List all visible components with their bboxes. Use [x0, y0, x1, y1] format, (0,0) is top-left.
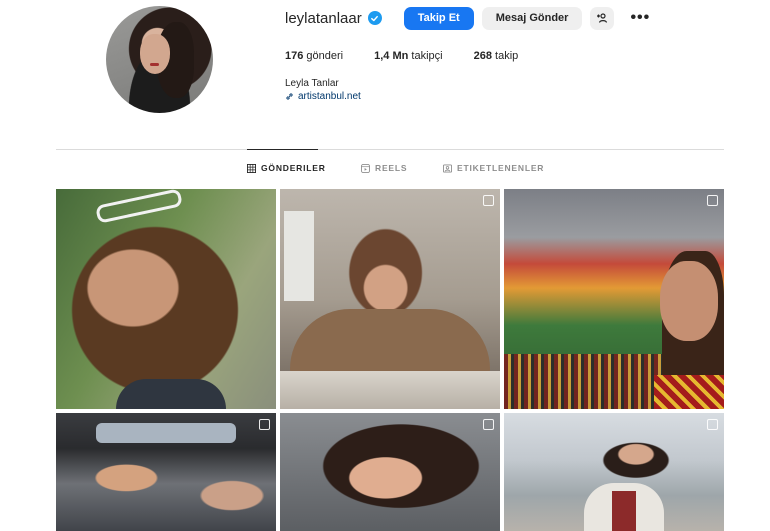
- photo-detail: [660, 261, 718, 341]
- tab-reels[interactable]: REELS: [361, 163, 407, 173]
- stat-followers-label: takipçi: [411, 50, 443, 62]
- post-thumbnail[interactable]: [56, 189, 276, 409]
- carousel-icon: [707, 419, 718, 430]
- photo-detail: [116, 379, 226, 409]
- stat-followers-value: 1,4 Mn: [374, 50, 409, 62]
- tab-tagged-label: ETIKETLENENLER: [457, 163, 545, 173]
- follow-button[interactable]: Takip Et: [403, 6, 474, 30]
- photo-detail: [654, 375, 724, 409]
- stat-posts-label: gönderi: [306, 50, 344, 62]
- photo-detail: [280, 371, 500, 409]
- reels-icon: [361, 163, 370, 173]
- website-link[interactable]: artistanbul.net: [285, 91, 361, 102]
- more-options-icon[interactable]: •••: [630, 10, 650, 26]
- post-thumbnail[interactable]: [280, 413, 500, 531]
- stat-following-label: takip: [495, 50, 519, 62]
- add-user-icon: [597, 13, 608, 23]
- photo-detail: [612, 491, 636, 531]
- tab-posts[interactable]: GÖNDERILER: [247, 163, 326, 173]
- tab-tagged[interactable]: ETIKETLENENLER: [443, 163, 544, 173]
- tab-posts-label: GÖNDERILER: [261, 163, 326, 173]
- carousel-icon: [483, 419, 494, 430]
- username: leylatanlaar: [285, 9, 362, 27]
- stat-followers[interactable]: 1,4 Mn takipçi: [374, 50, 442, 62]
- tagged-icon: [443, 163, 452, 173]
- post-thumbnail[interactable]: [504, 189, 724, 409]
- avatar-lips: [150, 63, 159, 66]
- stat-following-value: 268: [473, 50, 492, 62]
- photo-detail: [284, 211, 314, 301]
- link-icon: [286, 93, 293, 100]
- active-tab-indicator: [247, 149, 318, 150]
- profile-header: leylatanlaar Takip Et Mesaj Gönder •••: [285, 6, 650, 30]
- photo-detail: [290, 309, 490, 379]
- post-thumbnail[interactable]: [504, 413, 724, 531]
- stat-posts: 176 gönderi: [285, 50, 343, 62]
- stat-following[interactable]: 268 takip: [474, 50, 519, 62]
- photo-detail: [96, 423, 236, 443]
- website-text: artistanbul.net: [298, 91, 361, 102]
- tabs-divider: [56, 149, 724, 150]
- tab-reels-label: REELS: [375, 163, 408, 173]
- verified-badge-icon: [367, 11, 382, 25]
- add-user-button[interactable]: [590, 6, 615, 30]
- post-thumbnail[interactable]: [56, 413, 276, 531]
- full-name: Leyla Tanlar: [285, 78, 339, 89]
- profile-avatar[interactable]: [106, 6, 213, 113]
- message-button[interactable]: Mesaj Gönder: [481, 6, 583, 30]
- profile-stats: 176 gönderi 1,4 Mn takipçi 268 takip: [285, 50, 549, 62]
- avatar-face: [140, 34, 170, 74]
- carousel-icon: [259, 419, 270, 430]
- post-thumbnail[interactable]: [280, 189, 500, 409]
- grid-icon: [247, 163, 256, 173]
- carousel-icon: [707, 195, 718, 206]
- carousel-icon: [483, 195, 494, 206]
- stat-posts-value: 176: [285, 50, 304, 62]
